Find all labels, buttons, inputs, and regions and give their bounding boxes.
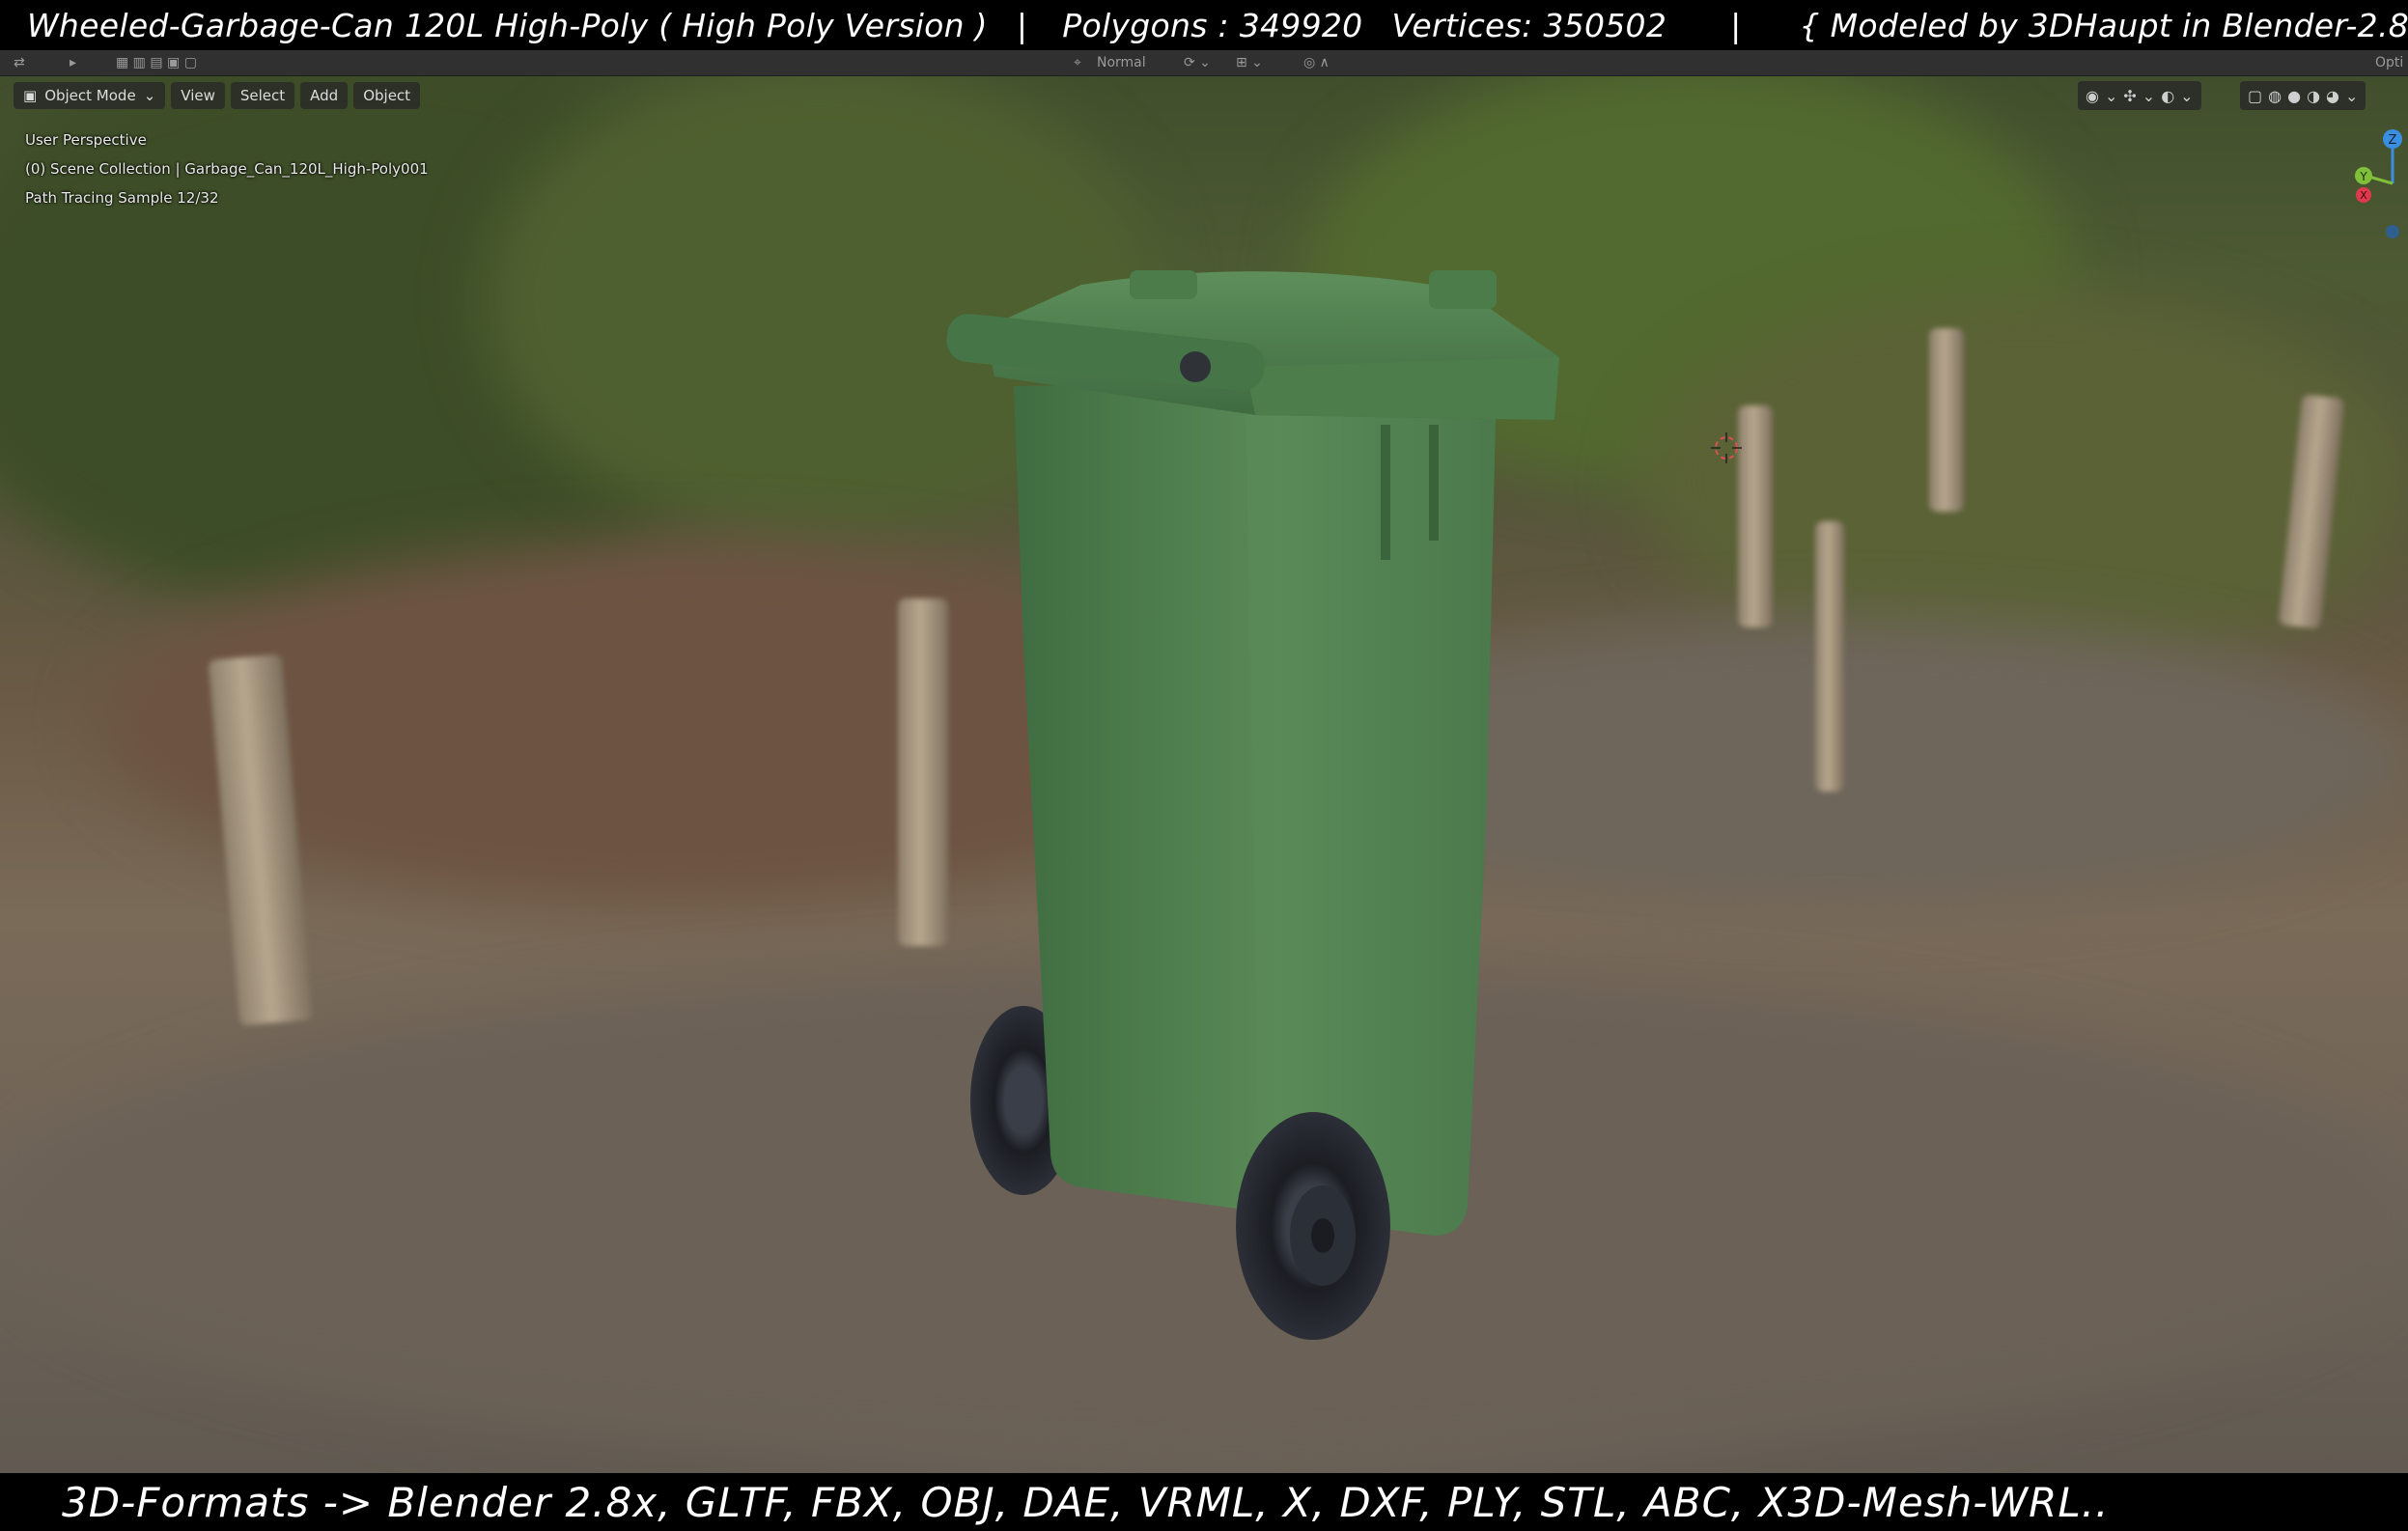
formats-text: 3D-Formats -> Blender 2.8x, GLTF, FBX, O… <box>62 1478 2110 1526</box>
solid-shading-icon[interactable]: ● <box>2287 87 2301 105</box>
view-label: User Perspective <box>25 131 147 149</box>
garbage-can-model[interactable] <box>927 261 1583 1371</box>
model-title: Wheeled-Garbage-Can 120L High-Poly ( Hig… <box>27 6 988 44</box>
chevron-down-icon: ⌄ <box>2180 86 2194 105</box>
material-shading-icon[interactable]: ◑ <box>2307 87 2320 105</box>
gizmo-y-label: Y <box>2359 170 2367 183</box>
fence-post <box>1738 405 1773 627</box>
menu-view[interactable]: View <box>171 82 225 109</box>
collection-label: (0) Scene Collection | Garbage_Can_120L_… <box>25 160 429 178</box>
select-mode-icons[interactable]: ▦ ▥ ▤ ▣ ▢ <box>116 55 197 70</box>
3d-cursor-icon[interactable] <box>1711 432 1742 463</box>
separator: | <box>1016 6 1028 44</box>
xray-icon[interactable]: ▢ <box>2248 87 2262 105</box>
transform-tool-icon[interactable]: ⇄ <box>14 55 25 70</box>
title-overlay: Wheeled-Garbage-Can 120L High-Poly ( Hig… <box>0 0 2408 50</box>
overlay-toggle-icon[interactable]: ◐ <box>2161 87 2174 105</box>
fence-post <box>1815 521 1844 792</box>
transform-orientation-select[interactable]: Normal <box>1097 55 1146 70</box>
render-status: Path Tracing Sample 12/32 <box>25 189 219 207</box>
select-tool-icon[interactable]: ▸ <box>70 55 76 70</box>
object-mode-select[interactable]: ▣ Object Mode ⌄ <box>14 82 166 109</box>
fence-post <box>1929 328 1964 512</box>
proportional-edit-icon[interactable]: ◎ ∧ <box>1303 55 1330 70</box>
gizmo-toggle-icon[interactable]: ✣ <box>2123 87 2136 105</box>
chevron-down-icon: ⌄ <box>2142 86 2156 105</box>
wireframe-shading-icon[interactable]: ◍ <box>2268 87 2282 105</box>
orientation-icon: ⌖ <box>1074 55 1081 70</box>
viewport-info-overlay: User Perspective (0) Scene Collection | … <box>25 125 429 212</box>
credit-text: { Modeled by 3DHaupt in Blender-2.83-3 } <box>1799 6 2408 44</box>
visibility-controls[interactable]: ◉ ⌄ ✣ ⌄ ◐ ⌄ <box>2078 81 2201 110</box>
snap-icon[interactable]: ⊞ ⌄ <box>1236 55 1263 70</box>
chevron-down-icon: ⌄ <box>2345 86 2359 105</box>
rendered-shading-icon[interactable]: ◕ <box>2326 87 2339 105</box>
polygon-count: Polygons : 349920 <box>1062 6 1363 44</box>
menu-add[interactable]: Add <box>300 82 349 109</box>
pivot-icon[interactable]: ⟳ ⌄ <box>1184 55 1211 70</box>
vertex-count: Vertices: 350502 <box>1391 6 1667 44</box>
gizmo-x-label: X <box>2360 189 2367 202</box>
3d-viewport[interactable] <box>0 0 2408 1531</box>
options-label[interactable]: Opti <box>2375 55 2403 70</box>
chevron-down-icon: ⌄ <box>2104 86 2118 105</box>
menu-select[interactable]: Select <box>230 82 295 109</box>
formats-overlay: 3D-Formats -> Blender 2.8x, GLTF, FBX, O… <box>0 1473 2408 1531</box>
chevron-down-icon: ⌄ <box>143 87 156 104</box>
cube-icon: ▣ <box>23 87 38 104</box>
mode-label: Object Mode <box>44 87 136 104</box>
viewport-header: ▣ Object Mode ⌄ View Select Add Object <box>0 77 2408 114</box>
tool-header: ⇄ ▸ ▦ ▥ ▤ ▣ ▢ ⌖ Normal ⟳ ⌄ ⊞ ⌄ ◎ ∧ Opti <box>0 50 2408 76</box>
shading-controls[interactable]: ▢ ◍ ● ◑ ◕ ⌄ <box>2240 81 2366 110</box>
gizmo-z-label: Z <box>2389 133 2397 148</box>
navigation-gizmo[interactable]: Z Y X <box>2346 124 2408 249</box>
eye-icon[interactable]: ◉ <box>2086 87 2099 105</box>
separator: | <box>1730 6 1742 44</box>
menu-object[interactable]: Object <box>353 82 421 109</box>
